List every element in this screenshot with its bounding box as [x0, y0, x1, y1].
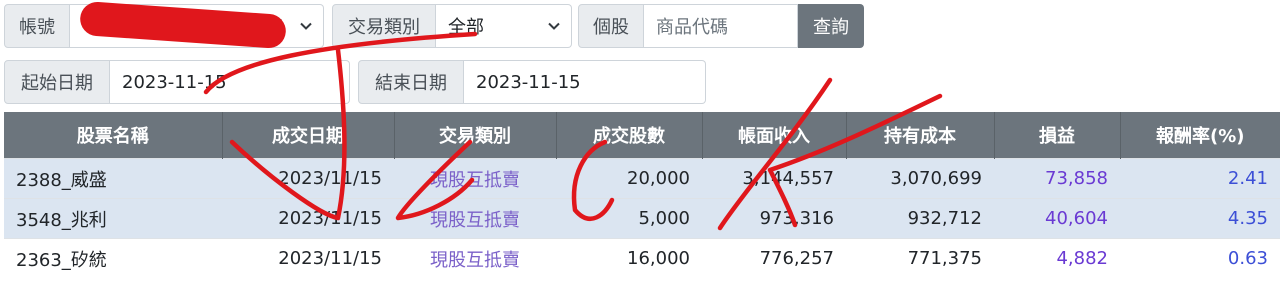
cell-pnl: 40,604	[994, 198, 1120, 239]
start-date-label: 起始日期	[4, 60, 110, 104]
col-header-shares[interactable]: 成交股數	[556, 112, 703, 159]
col-header-type[interactable]: 交易類別	[394, 112, 557, 159]
cell-pnl: 4,882	[994, 238, 1120, 279]
trade-type-label: 交易類別	[332, 4, 436, 48]
cell-trade-type-link[interactable]: 現股互抵賣	[394, 198, 556, 239]
cell-date: 2023/11/15	[222, 198, 394, 239]
account-label: 帳號	[4, 4, 70, 48]
chevron-down-icon	[548, 22, 560, 30]
cell-roi: 2.41	[1120, 158, 1280, 199]
cell-income: 973,316	[702, 198, 846, 239]
cell-trade-type-link[interactable]: 現股互抵賣	[394, 238, 556, 279]
cell-stock-name: 2388_威盛	[4, 158, 222, 199]
cell-income: 3,144,557	[702, 158, 846, 199]
cell-trade-type-link[interactable]: 現股互抵賣	[394, 158, 556, 199]
cell-date: 2023/11/15	[222, 158, 394, 199]
cell-pnl: 73,858	[994, 158, 1120, 199]
cell-stock-name: 2363_矽統	[4, 238, 222, 279]
end-date-group: 結束日期 2023-11-15	[358, 60, 706, 104]
table-row: 3548_兆利 2023/11/15 現股互抵賣 5,000 973,316 9…	[4, 198, 1280, 239]
cell-stock-name: 3548_兆利	[4, 198, 222, 239]
cell-shares: 16,000	[556, 238, 702, 279]
table-row: 2388_威盛 2023/11/15 現股互抵賣 20,000 3,144,55…	[4, 158, 1280, 199]
cell-roi: 4.35	[1120, 198, 1280, 239]
query-button[interactable]: 查詢	[798, 4, 864, 48]
stock-group: 個股 商品代碼 查詢	[578, 4, 864, 48]
cell-income: 776,257	[702, 238, 846, 279]
table-row: 2363_矽統 2023/11/15 現股互抵賣 16,000 776,257 …	[4, 238, 1280, 279]
trade-type-select[interactable]: 全部	[436, 4, 572, 48]
col-header-pnl[interactable]: 損益	[994, 112, 1121, 159]
stock-code-input[interactable]: 商品代碼	[644, 4, 798, 48]
end-date-input[interactable]: 2023-11-15	[464, 60, 706, 104]
col-header-date[interactable]: 成交日期	[222, 112, 395, 159]
start-date-group: 起始日期 2023-11-15	[4, 60, 350, 104]
stock-label: 個股	[578, 4, 644, 48]
start-date-input[interactable]: 2023-11-15	[110, 60, 350, 104]
col-header-roi[interactable]: 報酬率(%)	[1120, 112, 1280, 159]
cell-cost: 3,070,699	[846, 158, 994, 199]
chevron-down-icon	[300, 22, 312, 30]
trade-type-value: 全部	[448, 17, 484, 38]
cell-cost: 932,712	[846, 198, 994, 239]
table-header-row: 股票名稱 成交日期 交易類別 成交股數 帳面收入 持有成本 損益 報酬率(%)	[4, 112, 1280, 159]
col-header-name[interactable]: 股票名稱	[4, 112, 223, 159]
cell-roi: 0.63	[1120, 238, 1280, 279]
cell-date: 2023/11/15	[222, 238, 394, 279]
cell-shares: 20,000	[556, 158, 702, 199]
cell-cost: 771,375	[846, 238, 994, 279]
results-table: 股票名稱 成交日期 交易類別 成交股數 帳面收入 持有成本 損益 報酬率(%) …	[4, 112, 1280, 279]
trade-type-group: 交易類別 全部	[332, 4, 572, 48]
col-header-cost[interactable]: 持有成本	[846, 112, 995, 159]
cell-shares: 5,000	[556, 198, 702, 239]
col-header-income[interactable]: 帳面收入	[702, 112, 847, 159]
end-date-label: 結束日期	[358, 60, 464, 104]
